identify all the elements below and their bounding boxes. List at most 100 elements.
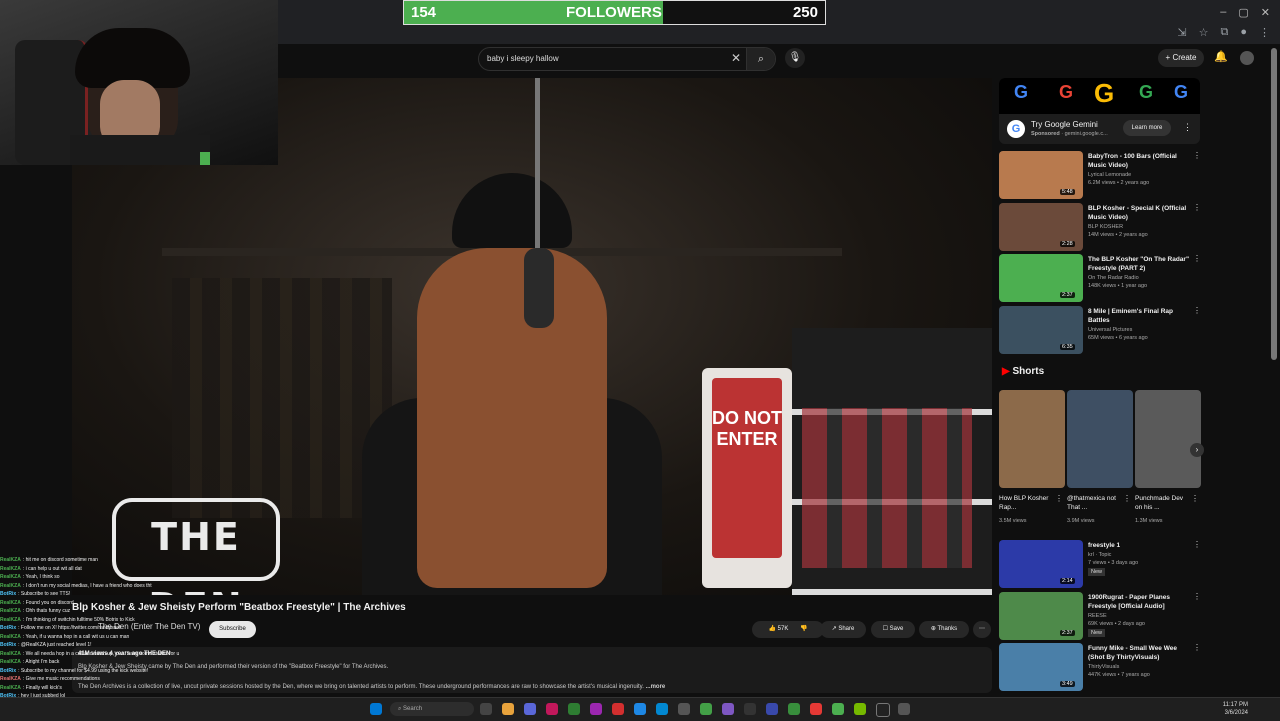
chat-username[interactable]: RealKZA: [0, 685, 21, 691]
dislike-icon[interactable]: 👎: [800, 626, 807, 632]
steam-icon[interactable]: [634, 703, 646, 715]
close-icon[interactable]: ✕: [1261, 6, 1270, 19]
app-icon[interactable]: [766, 703, 778, 715]
video-menu-icon[interactable]: ⋮: [1193, 254, 1201, 263]
share-button[interactable]: ↗ Share: [820, 621, 866, 638]
menu-icon[interactable]: ⋮: [1259, 26, 1270, 39]
short-thumbnail[interactable]: [999, 390, 1065, 488]
more-link[interactable]: ...more: [646, 684, 666, 690]
app-icon[interactable]: [590, 703, 602, 715]
video-channel[interactable]: On The Radar Radio: [1088, 274, 1139, 282]
clear-search-icon[interactable]: ✕: [731, 51, 741, 65]
short-thumbnail[interactable]: [1067, 390, 1133, 488]
related-video-item[interactable]: 2:14 freestyle 1 krl · Topic 7 views • 3 da…: [999, 540, 1201, 588]
notifications-bell-icon[interactable]: 🔔: [1214, 50, 1228, 63]
video-title[interactable]: 1900Rugrat - Paper Planes Freestyle [Off…: [1088, 593, 1192, 611]
short-menu-icon[interactable]: ⋮: [1055, 494, 1063, 503]
bookmark-icon[interactable]: ☆: [1199, 26, 1209, 39]
related-video-item[interactable]: 2:37 The BLP Kosher "On The Radar" Freest…: [999, 254, 1201, 302]
video-channel[interactable]: Universal Pictures: [1088, 326, 1132, 334]
short-item[interactable]: Punchmade Dev on his ... 1.3M views ⋮: [1135, 390, 1201, 530]
like-button[interactable]: 👍 57K: [769, 626, 789, 632]
app-icon[interactable]: [612, 703, 624, 715]
task-view-icon[interactable]: [480, 703, 492, 715]
video-menu-icon[interactable]: ⋮: [1193, 643, 1201, 652]
window-controls[interactable]: – ▢ ✕: [1220, 6, 1270, 19]
video-title[interactable]: freestyle 1: [1088, 541, 1192, 550]
chat-username[interactable]: RealKZA: [0, 676, 21, 682]
chat-username[interactable]: RealKZA: [0, 651, 21, 657]
app-icon[interactable]: [722, 703, 734, 715]
install-icon[interactable]: ⇲: [1177, 26, 1186, 39]
short-item[interactable]: @thatmexica not That ... 3.9M views ⋮: [1067, 390, 1133, 530]
voice-search-icon[interactable]: 🎙: [785, 48, 805, 68]
chat-username[interactable]: BotRix: [0, 668, 16, 674]
chat-username[interactable]: BotRix: [0, 591, 16, 597]
chat-username[interactable]: BotRix: [0, 642, 16, 648]
short-title[interactable]: Punchmade Dev on his ...: [1135, 494, 1187, 512]
short-menu-icon[interactable]: ⋮: [1191, 494, 1199, 503]
app-icon[interactable]: [810, 703, 822, 715]
video-channel[interactable]: krl · Topic: [1088, 551, 1111, 559]
app-icon[interactable]: [744, 703, 756, 715]
video-channel[interactable]: ThirtyVisuals: [1088, 663, 1119, 671]
chat-username[interactable]: RealKZA: [0, 583, 21, 589]
account-avatar[interactable]: [1240, 51, 1254, 65]
extensions-icon[interactable]: ⧉: [1220, 26, 1228, 39]
video-menu-icon[interactable]: ⋮: [1193, 151, 1201, 160]
chat-username[interactable]: RealKZA: [0, 566, 21, 572]
app-icon[interactable]: [898, 703, 910, 715]
search-icon[interactable]: ⌕: [746, 48, 775, 70]
sponsored-ad[interactable]: G G G G G G Try Google Gemini Sponsored …: [999, 78, 1200, 144]
search-box[interactable]: baby i sleepy hallow ✕ ⌕: [478, 47, 776, 71]
save-button[interactable]: ☐ Save: [871, 621, 915, 638]
nvidia-icon[interactable]: [854, 703, 866, 715]
related-video-item[interactable]: 6:35 8 Mile | Eminem's Final Rap Battles U…: [999, 305, 1201, 354]
chat-username[interactable]: BotRix: [0, 625, 16, 631]
related-video-item[interactable]: 5:48 BabyTron - 100 Bars (Official Music …: [999, 151, 1201, 199]
profile-icon[interactable]: ●: [1240, 26, 1247, 39]
chat-username[interactable]: RealKZA: [0, 608, 21, 614]
shorts-next-icon[interactable]: ›: [1190, 443, 1204, 457]
video-menu-icon[interactable]: ⋮: [1193, 203, 1201, 212]
related-video-item[interactable]: 2:37 1900Rugrat - Paper Planes Freestyle …: [999, 591, 1201, 640]
short-title[interactable]: @thatmexica not That ...: [1067, 494, 1119, 512]
more-actions-icon[interactable]: ⋯: [973, 621, 991, 638]
video-menu-icon[interactable]: ⋮: [1193, 592, 1201, 601]
chat-username[interactable]: RealKZA: [0, 557, 21, 563]
edge-icon[interactable]: [656, 703, 668, 715]
video-channel[interactable]: REESE: [1088, 612, 1107, 620]
taskbar-clock[interactable]: 11:17 PM 3/6/2024: [1223, 701, 1248, 717]
taskbar-search[interactable]: ⌕ Search: [390, 702, 474, 716]
maximize-icon[interactable]: ▢: [1238, 6, 1248, 19]
video-channel[interactable]: Lyrical Lemonade: [1088, 171, 1131, 179]
create-button[interactable]: + Create: [1158, 49, 1204, 67]
chat-username[interactable]: RealKZA: [0, 574, 21, 580]
short-thumbnail[interactable]: [1135, 390, 1201, 488]
video-menu-icon[interactable]: ⋮: [1193, 306, 1201, 315]
video-title[interactable]: Funny Mike - Small Wee Wee (Shot By Thir…: [1088, 644, 1192, 662]
start-menu-icon[interactable]: [370, 703, 382, 715]
short-title[interactable]: How BLP Kosher Rap...: [999, 494, 1051, 512]
chat-username[interactable]: RealKZA: [0, 600, 21, 606]
video-title[interactable]: BLP Kosher - Special K (Official Music V…: [1088, 204, 1192, 222]
app-icon[interactable]: [524, 703, 536, 715]
file-explorer-icon[interactable]: [502, 703, 514, 715]
ad-menu-icon[interactable]: ⋮: [1183, 122, 1192, 133]
xbox-icon[interactable]: [700, 703, 712, 715]
video-title[interactable]: BabyTron - 100 Bars (Official Music Vide…: [1088, 152, 1192, 170]
video-title[interactable]: 8 Mile | Eminem's Final Rap Battles: [1088, 307, 1192, 325]
video-channel[interactable]: BLP KOSHER: [1088, 223, 1123, 231]
chat-username[interactable]: RealKZA: [0, 634, 21, 640]
minimize-icon[interactable]: –: [1220, 6, 1226, 19]
chat-username[interactable]: RealKZA: [0, 617, 21, 623]
video-title[interactable]: The BLP Kosher "On The Radar" Freestyle …: [1088, 255, 1192, 273]
chrome-icon[interactable]: [832, 703, 844, 715]
chat-username[interactable]: RealKZA: [0, 659, 21, 665]
app-icon[interactable]: [546, 703, 558, 715]
app-icon[interactable]: [876, 703, 890, 717]
related-video-item[interactable]: 3:49 Funny Mike - Small Wee Wee (Shot By …: [999, 643, 1201, 691]
video-menu-icon[interactable]: ⋮: [1193, 540, 1201, 549]
app-icon[interactable]: [678, 703, 690, 715]
app-icon[interactable]: [788, 703, 800, 715]
